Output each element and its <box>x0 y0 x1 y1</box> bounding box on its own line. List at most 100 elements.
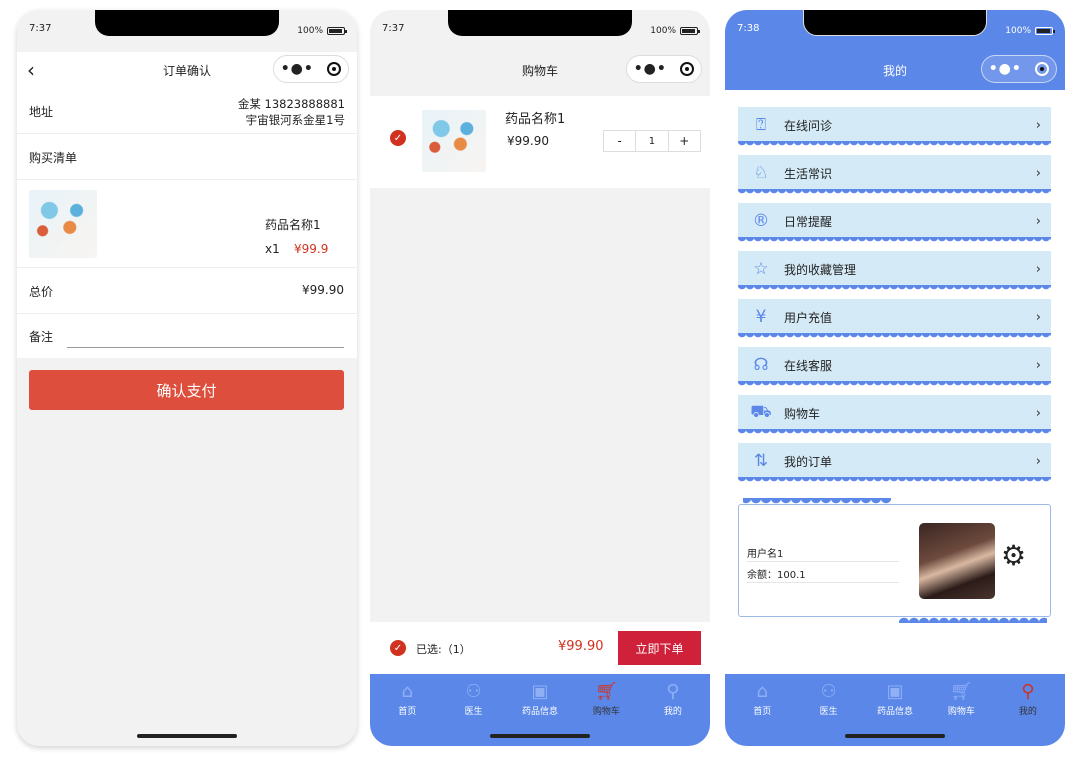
menu-cart[interactable]: ⛟ 购物车 › <box>738 395 1051 435</box>
balance: 余额：100.1 <box>747 570 806 581</box>
page-title: 我的 <box>882 63 907 78</box>
drug-icon: ▣ <box>531 681 549 702</box>
cart-total: ¥99.90 <box>558 639 604 654</box>
battery-percent: 100% <box>650 26 676 36</box>
menu-label: 用户充值 <box>784 310 833 325</box>
product-name: 药品名称1 <box>505 112 566 127</box>
knowledge-icon: ♘ <box>753 163 769 183</box>
more-icon[interactable]: •●• <box>634 61 667 77</box>
note-input[interactable] <box>67 347 344 348</box>
checkout-bar: ✓ 已选:（1） ¥99.90 立即下单 <box>370 622 710 674</box>
doctor-icon: ⚇ <box>820 681 837 702</box>
tab-home[interactable]: ⌂ 首页 <box>374 674 440 746</box>
chevron-right-icon: › <box>1035 261 1041 277</box>
close-target-icon[interactable] <box>1035 62 1050 76</box>
address-contact: 金某 13823888881 <box>237 97 345 111</box>
status-time: 7:37 <box>382 23 405 34</box>
tab-home[interactable]: ⌂ 首页 <box>729 674 795 746</box>
tab-label: 药品信息 <box>522 707 559 717</box>
home-icon: ⌂ <box>401 681 413 702</box>
quantity-value[interactable]: 1 <box>635 131 669 151</box>
menu-label: 我的收藏管理 <box>784 262 857 277</box>
nav-bar: ‹ 订单确认 •●• <box>17 52 357 88</box>
battery: 100% <box>297 26 347 36</box>
user-card: 用户名1 余额：100.1 ⚙ <box>738 504 1051 617</box>
menu-label: 在线客服 <box>784 358 833 373</box>
list-row: 购买清单 <box>17 134 357 180</box>
tab-label: 购物车 <box>592 707 620 717</box>
status-time: 7:37 <box>29 23 52 34</box>
address-location: 宇宙银河系金星1号 <box>245 113 345 127</box>
tab-label: 医生 <box>464 707 483 717</box>
order-icon: ⇅ <box>753 451 769 471</box>
consult-icon: ⍰ <box>755 115 767 135</box>
menu-my-orders[interactable]: ⇅ 我的订单 › <box>738 443 1051 483</box>
cart-icon: 🛒︎ <box>949 681 973 702</box>
order-confirm-screen: 7:37 100% ‹ 订单确认 •●• 地址 金某 13823888881 宇… <box>17 10 357 746</box>
tab-label: 我的 <box>1018 707 1037 717</box>
chevron-right-icon: › <box>1035 309 1041 325</box>
notch <box>803 10 987 36</box>
menu-daily-reminder[interactable]: ® 日常提醒 › <box>738 203 1051 243</box>
menu-label: 在线问诊 <box>784 118 833 133</box>
tab-label: 医生 <box>819 707 838 717</box>
close-target-icon[interactable] <box>327 62 342 76</box>
home-indicator <box>137 734 237 738</box>
address-label: 地址 <box>29 105 54 119</box>
settings-gear-icon[interactable]: ⚙ <box>1001 541 1026 571</box>
selected-count: 已选:（1） <box>416 643 471 656</box>
menu-customer-service[interactable]: ☊ 在线客服 › <box>738 347 1051 387</box>
home-indicator <box>845 734 945 738</box>
product-row: 药品名称1 x1 ¥99.9 <box>17 180 357 268</box>
menu-label: 生活常识 <box>784 166 833 181</box>
card-bottom-scallop <box>899 617 1047 623</box>
cart-icon: 🛒︎ <box>594 681 618 702</box>
address-text: 金某 13823888881 宇宙银河系金星1号 <box>238 96 345 128</box>
nav-bar: 我的 •●• <box>725 52 1065 88</box>
confirm-pay-button[interactable]: 确认支付 <box>29 370 344 410</box>
battery: 100% <box>1005 26 1055 36</box>
tab-mine[interactable]: ⚲ 我的 <box>995 674 1061 746</box>
tab-label: 购物车 <box>947 707 975 717</box>
menu-favorites[interactable]: ☆ 我的收藏管理 › <box>738 251 1051 291</box>
close-target-icon[interactable] <box>680 62 695 76</box>
product-price: ¥99.9 <box>294 242 329 256</box>
cart-icon: ⛟ <box>750 402 772 422</box>
menu-recharge[interactable]: ¥ 用户充值 › <box>738 299 1051 339</box>
cart-screen: 7:37 100% 购物车 •●• ✓ 药品名称1 ¥99.90 - 1 + ✓… <box>370 10 710 746</box>
item-check-icon[interactable]: ✓ <box>390 130 406 146</box>
plus-button[interactable]: + <box>669 131 700 151</box>
more-icon[interactable]: •●• <box>989 61 1022 77</box>
total-value: ¥99.90 <box>302 283 344 297</box>
avatar[interactable] <box>919 523 995 599</box>
back-arrow-icon[interactable]: ‹ <box>27 58 35 82</box>
total-label: 总价 <box>29 285 54 299</box>
chevron-right-icon: › <box>1035 165 1041 181</box>
tab-label: 药品信息 <box>877 707 914 717</box>
nav-bar: 购物车 •●• <box>370 52 710 88</box>
menu-label: 我的订单 <box>784 454 833 469</box>
user-icon: ⚲ <box>666 681 680 702</box>
cart-item: ✓ 药品名称1 ¥99.90 - 1 + <box>370 96 710 188</box>
address-row[interactable]: 地址 金某 13823888881 宇宙银河系金星1号 <box>17 88 357 134</box>
more-icon[interactable]: •●• <box>281 61 314 77</box>
note-row: 备注 <box>17 314 357 358</box>
select-all-check-icon[interactable]: ✓ <box>390 640 406 656</box>
chevron-right-icon: › <box>1035 213 1041 229</box>
product-image <box>422 110 486 172</box>
total-row: 总价 ¥99.90 <box>17 268 357 314</box>
place-order-button[interactable]: 立即下单 <box>618 631 701 665</box>
tab-label: 首页 <box>398 707 417 717</box>
page-title: 购物车 <box>521 63 558 78</box>
menu-online-consult[interactable]: ⍰ 在线问诊 › <box>738 107 1051 147</box>
product-name: 药品名称1 <box>265 218 321 232</box>
divider <box>747 582 899 583</box>
drug-icon: ▣ <box>886 681 904 702</box>
star-icon: ☆ <box>753 259 769 279</box>
battery-icon <box>680 27 700 35</box>
battery-icon <box>327 27 347 35</box>
note-label: 备注 <box>29 330 54 344</box>
tab-mine[interactable]: ⚲ 我的 <box>640 674 706 746</box>
menu-life-knowledge[interactable]: ♘ 生活常识 › <box>738 155 1051 195</box>
minus-button[interactable]: - <box>604 131 635 151</box>
